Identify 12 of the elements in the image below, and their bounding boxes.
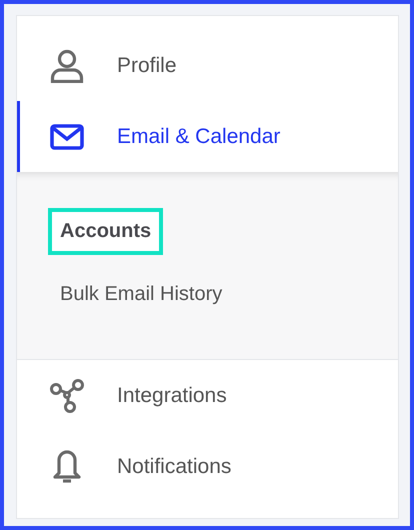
menu-item[interactable]: Integrations: [17, 360, 398, 431]
connected-nodes-icon: [49, 378, 85, 414]
person-icon: [49, 48, 85, 82]
envelope-icon: [49, 124, 85, 150]
submenu-item[interactable]: Bulk Email History: [48, 271, 234, 318]
submenu-item[interactable]: Accounts: [48, 208, 164, 255]
menu-item-label: Profile: [117, 54, 177, 78]
menu-item[interactable]: Notifications: [17, 431, 398, 502]
menu-item[interactable]: Profile: [17, 30, 398, 101]
menu-item-label: Email & Calendar: [117, 124, 280, 148]
menu-item-label: Notifications: [117, 454, 232, 478]
menu-item-label: Integrations: [117, 384, 227, 408]
